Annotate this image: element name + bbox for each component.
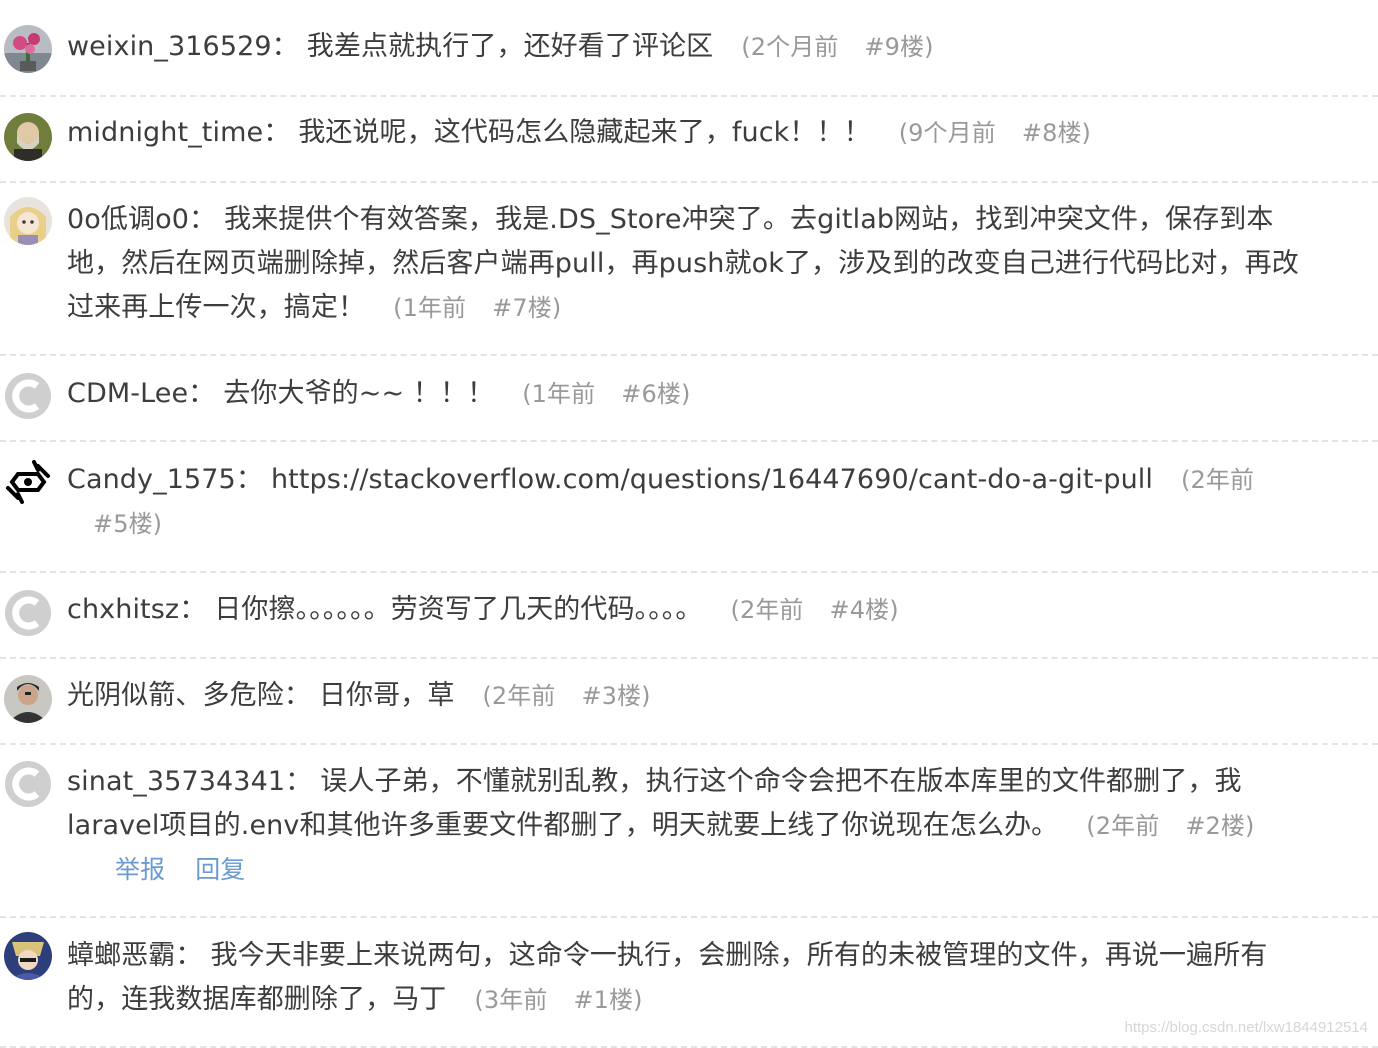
comment-actions: 举报 回复 <box>115 848 1316 892</box>
comment-username[interactable]: CDM-Lee <box>67 378 188 409</box>
comment-time: (2年前 <box>482 682 556 710</box>
comment-floor: #4楼) <box>829 596 899 624</box>
comment-colon: ： <box>179 594 207 625</box>
comment-username[interactable]: Candy_1575 <box>67 464 236 495</box>
reply-button[interactable]: 回复 <box>195 855 245 884</box>
watermark: https://blog.csdn.net/lxw1844912514 <box>1124 1019 1368 1036</box>
comment-username[interactable]: weixin_316529 <box>67 31 272 62</box>
comment-username[interactable]: midnight_time <box>67 117 263 148</box>
comment-colon: ： <box>283 680 311 711</box>
comment-colon: ： <box>263 117 291 148</box>
comment-text: 日你擦。。。。。。劳资写了几天的代码。。。。 <box>214 594 703 625</box>
comment-username[interactable]: 光阴似箭、多危险 <box>67 680 284 711</box>
comment-floor: #1楼) <box>573 986 643 1014</box>
csdn-default-avatar-icon[interactable] <box>4 372 52 420</box>
comment-item: sinat_35734341： 误人子弟，不懂就别乱教，执行这个命令会把不在版本库… <box>0 745 1378 918</box>
comment-text: 我差点就执行了，还好看了评论区 <box>306 31 714 62</box>
comment-colon: ： <box>188 378 216 409</box>
comment-text: 我还说呢，这代码怎么隐藏起来了，fuck！！！ <box>298 117 871 148</box>
comment-colon: ： <box>235 464 263 495</box>
comment-time: (2个月前 <box>741 33 839 61</box>
comment-username[interactable]: chxhitsz <box>67 594 179 625</box>
comment-time: (3年前 <box>474 986 548 1014</box>
comment-text: 我今天非要上来说两句，这命令一执行，会删除，所有的未被管理的文件，再说一遍所有的… <box>67 940 1268 1015</box>
comment-time: (1年前 <box>522 380 596 408</box>
csdn-default-avatar-icon[interactable] <box>4 589 52 637</box>
comment-item: 0o低调o0： 我来提供个有效答案，我是.DS_Store冲突了。去gitlab网… <box>0 183 1378 356</box>
comment-item: weixin_316529： 我差点就执行了，还好看了评论区 (2个月前 #9楼) <box>0 0 1378 97</box>
comment-floor: #7楼) <box>492 294 562 322</box>
comment-username[interactable]: 蟑螂恶霸 <box>67 940 175 971</box>
comment-time: (1年前 <box>393 294 467 322</box>
anime-girl-avatar-icon[interactable] <box>4 197 52 245</box>
flower-avatar-icon[interactable] <box>4 25 52 73</box>
comment-floor: #9楼) <box>864 33 934 61</box>
anime-character-avatar-icon[interactable] <box>4 932 52 980</box>
comment-colon: ： <box>175 940 203 971</box>
comment-text: 日你哥，草 <box>318 680 455 711</box>
comment-item: chxhitsz： 日你擦。。。。。。劳资写了几天的代码。。。。 (2年前 #4楼) <box>0 573 1378 659</box>
comment-text: 我来提供个有效答案，我是.DS_Store冲突了。去gitlab网站，找到冲突文… <box>67 204 1299 323</box>
comment-time: (2年前 <box>1181 466 1255 494</box>
report-button[interactable]: 举报 <box>115 855 165 884</box>
comment-colon: ： <box>189 204 217 235</box>
comment-username[interactable]: sinat_35734341 <box>67 766 285 797</box>
comment-text: 去你大爷的~~ ！！！ <box>223 378 495 409</box>
comment-colon: ： <box>285 766 313 797</box>
comment-item: Candy_1575： https://stackoverflow.com/que… <box>0 442 1378 573</box>
comment-floor: #5楼) <box>93 510 163 538</box>
comment-username[interactable]: 0o低调o0 <box>67 204 189 235</box>
comment-colon: ： <box>271 31 299 62</box>
comment-floor: #6楼) <box>621 380 691 408</box>
csdn-default-avatar-icon[interactable] <box>4 760 52 808</box>
comment-item: 光阴似箭、多危险： 日你哥，草 (2年前 #3楼) <box>0 659 1378 745</box>
comment-floor: #3楼) <box>581 682 651 710</box>
comment-floor: #8楼) <box>1021 119 1092 147</box>
bearded-man-avatar-icon[interactable] <box>4 113 52 161</box>
comment-time: (2年前 <box>1086 812 1160 840</box>
comment-item: CDM-Lee： 去你大爷的~~ ！！！ (1年前 #6楼) <box>0 356 1378 442</box>
comment-time: (2年前 <box>730 596 804 624</box>
comment-item: midnight_time： 我还说呢，这代码怎么隐藏起来了，fuck！！！ (9个… <box>0 97 1378 183</box>
comment-text: https://stackoverflow.com/questions/1644… <box>270 464 1154 495</box>
candy-logo-avatar-icon[interactable] <box>4 458 52 506</box>
comment-time: (9个月前 <box>898 119 996 147</box>
man-portrait-avatar-icon[interactable] <box>4 675 52 723</box>
comment-floor: #2楼) <box>1185 812 1255 840</box>
